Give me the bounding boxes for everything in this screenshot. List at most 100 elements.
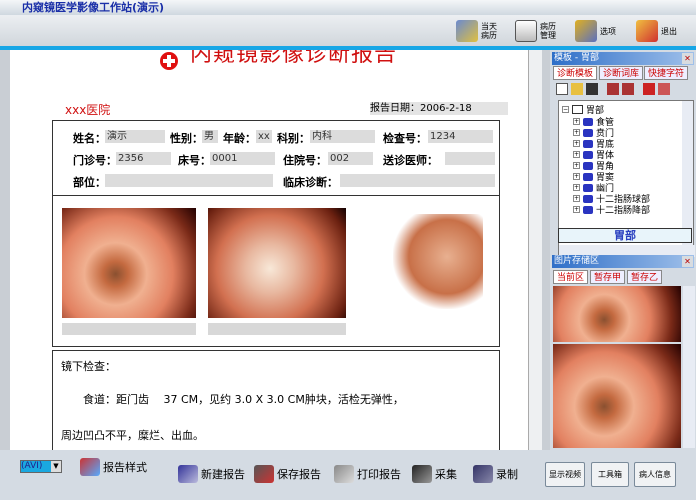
chevron-down-icon[interactable]: ▼ [51, 461, 61, 472]
site-label: 部位： [73, 176, 106, 189]
bed-label: 床号： [178, 154, 211, 167]
close-icon[interactable]: ✕ [682, 256, 693, 267]
options-label: 选项 [600, 26, 616, 36]
video-camera-icon [473, 465, 493, 483]
tab-shortcut-chars[interactable]: 快捷字符 [644, 66, 689, 80]
thumbnail-1[interactable] [553, 286, 681, 342]
book-icon [583, 150, 593, 159]
save-report-icon [254, 465, 274, 483]
endoscopy-image-2[interactable] [208, 208, 346, 318]
site-field[interactable] [105, 174, 273, 187]
image-1-caption[interactable] [62, 323, 196, 335]
close-icon[interactable]: ✕ [682, 53, 693, 64]
outpatient-field[interactable]: 2356 [116, 152, 171, 165]
save-icon[interactable] [586, 83, 598, 95]
new-report-button[interactable]: 新建报告 [178, 465, 245, 483]
camera-icon [412, 465, 432, 483]
exam-no-field[interactable]: 1234 [428, 130, 493, 143]
expand-icon[interactable]: + [573, 118, 580, 125]
expand-icon[interactable]: + [573, 129, 580, 136]
expand-icon[interactable]: + [573, 151, 580, 158]
today-label: 当天 病历 [481, 22, 497, 40]
right-panel: 模板 - 胃部 ✕ 诊断模板 诊断词库 快捷字符 − 胃部 + 食管 + 贲门 + 胃底 + 胃体… [550, 50, 696, 450]
today-records-icon [456, 20, 478, 42]
tool-icon-3[interactable] [643, 83, 655, 95]
record-label: 录制 [496, 468, 518, 481]
book-icon [572, 105, 583, 114]
print-report-button[interactable]: 打印报告 [334, 465, 401, 483]
print-report-label: 打印报告 [357, 468, 401, 481]
report-page[interactable]: 内窥镜影像诊断报告 xxx医院 报告日期：2006-2-18 姓名： 演示 性别… [10, 50, 528, 450]
expand-icon[interactable]: + [573, 184, 580, 191]
dept-field[interactable]: 内科 [310, 130, 375, 143]
clinical-label: 临床诊断： [283, 176, 338, 189]
findings-line-1: 食道：距门齿 37 CM，见约 3.0 X 3.0 CM肿块，活检无弹性， [83, 393, 404, 406]
name-field[interactable]: 演示 [105, 130, 165, 143]
open-folder-icon[interactable] [571, 83, 583, 95]
today-records-button[interactable]: 当天 病历 [456, 18, 497, 44]
endoscopy-image-1[interactable] [62, 208, 196, 318]
save-report-label: 保存报告 [277, 468, 321, 481]
toolbar: 当天 病历 病历 管理 选项 退出 [0, 15, 696, 46]
report-scrollbar[interactable] [528, 50, 542, 450]
toolbox-button[interactable]: 工具箱 [591, 462, 629, 487]
book-icon [583, 172, 593, 181]
tool-icon-4[interactable] [658, 83, 670, 95]
doctor-field[interactable] [445, 152, 495, 165]
capture-button[interactable]: 采集 [412, 465, 457, 483]
expand-icon[interactable]: + [573, 162, 580, 169]
inpatient-field[interactable]: 002 [328, 152, 373, 165]
expand-icon[interactable]: + [573, 140, 580, 147]
age-label: 年龄： [223, 132, 256, 145]
image-2-caption[interactable] [208, 323, 346, 335]
book-icon [583, 183, 593, 192]
image-panel-scrollbar[interactable] [683, 286, 695, 448]
device-select[interactable]: (AVI) ▼ [20, 460, 62, 473]
save-report-button[interactable]: 保存报告 [254, 465, 321, 483]
tree-item[interactable]: + 十二指肠降部 [573, 203, 650, 216]
image-box [52, 195, 500, 347]
sex-label: 性别： [170, 132, 203, 145]
options-button[interactable]: 选项 [575, 18, 616, 44]
tab-current[interactable]: 当前区 [553, 270, 589, 284]
expand-icon[interactable]: + [573, 206, 580, 213]
new-report-label: 新建报告 [201, 468, 245, 481]
age-field[interactable]: xx [256, 130, 272, 143]
exit-button[interactable]: 退出 [636, 18, 677, 44]
report-style-button[interactable]: 报告样式 [80, 458, 147, 476]
hospital-name: xxx医院 [65, 103, 111, 117]
selected-template[interactable]: 胃部 [558, 228, 692, 243]
tree-vscroll[interactable] [682, 101, 693, 245]
report-style-label: 报告样式 [103, 461, 147, 474]
title-bar: 内窥镜医学影像工作站(演示) [0, 0, 696, 15]
tab-diagnosis-template[interactable]: 诊断模板 [553, 66, 598, 80]
tool-icon-2[interactable] [622, 83, 634, 95]
date-value: 2006-2-18 [420, 103, 472, 114]
clinical-field[interactable] [340, 174, 495, 187]
thumbnail-2[interactable] [553, 344, 681, 448]
tab-temp-a[interactable]: 暂存甲 [590, 270, 626, 284]
records-management-button[interactable]: 病历 管理 [515, 18, 556, 44]
new-report-icon [178, 465, 198, 483]
show-video-button[interactable]: 显示视频 [545, 462, 585, 487]
expand-icon[interactable]: + [573, 173, 580, 180]
sex-field[interactable]: 男 [202, 130, 218, 143]
template-panel-title: 模板 - 胃部 [554, 53, 599, 63]
tab-temp-b[interactable]: 暂存乙 [627, 270, 663, 284]
tool-icon-1[interactable] [607, 83, 619, 95]
record-button[interactable]: 录制 [473, 465, 518, 483]
book-icon [583, 161, 593, 170]
bed-field[interactable]: 0001 [210, 152, 275, 165]
patient-info-button[interactable]: 病人信息 [634, 462, 676, 487]
tab-diagnosis-lexicon[interactable]: 诊断词库 [599, 66, 644, 80]
findings-box[interactable]: 镜下检查： 食道：距门齿 37 CM，见约 3.0 X 3.0 CM肿块，活检无… [52, 350, 500, 450]
inpatient-label: 住院号： [283, 154, 327, 167]
book-icon [583, 128, 593, 137]
new-file-icon[interactable] [556, 83, 568, 95]
dept-label: 科别： [277, 132, 310, 145]
book-icon [583, 139, 593, 148]
printer-icon [334, 465, 354, 483]
capture-label: 采集 [435, 468, 457, 481]
expand-icon[interactable]: + [573, 195, 580, 202]
findings-title: 镜下检查： [61, 360, 116, 373]
